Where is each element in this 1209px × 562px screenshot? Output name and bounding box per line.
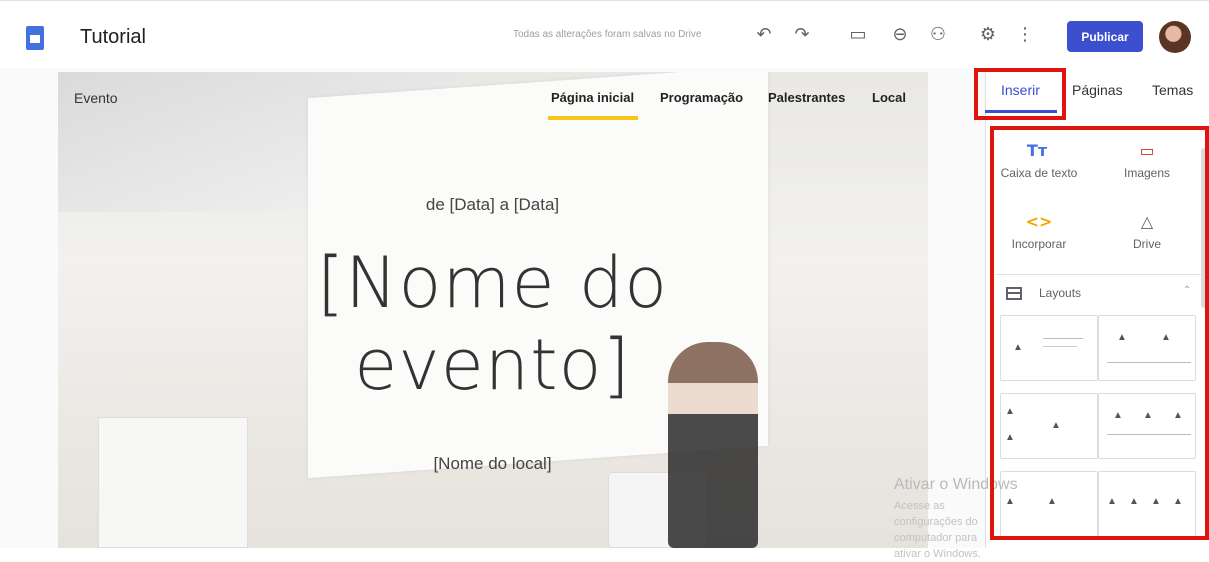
nav-link-speakers[interactable]: Palestrantes (768, 90, 845, 105)
event-name-line2: evento] (354, 324, 631, 406)
nav-active-indicator (548, 116, 638, 120)
more-icon[interactable]: ⋮ (1013, 23, 1037, 47)
avatar[interactable] (1159, 21, 1191, 53)
site-title[interactable]: Tutorial (80, 26, 146, 49)
undo-icon[interactable]: ↶ (752, 23, 776, 47)
highlight-box-insert-tab (974, 68, 1066, 120)
site-brand[interactable]: Evento (74, 90, 118, 106)
link-icon[interactable]: ⊖ (888, 23, 912, 47)
settings-icon[interactable]: ⚙ (976, 23, 1000, 47)
sites-logo-icon[interactable] (26, 26, 44, 50)
highlight-box-insert-panel (990, 126, 1209, 540)
event-venue[interactable]: [Nome do local] (0, 454, 985, 474)
save-status: Todas as alterações foram salvas no Driv… (513, 29, 702, 40)
event-date[interactable]: de [Data] a [Data] (0, 195, 985, 215)
event-name-line1: [Nome do (316, 242, 669, 324)
share-icon[interactable]: ⚇ (926, 23, 950, 47)
nav-link-schedule[interactable]: Programação (660, 90, 743, 105)
redo-icon[interactable]: ↷ (790, 23, 814, 47)
hero-image-flipchart (98, 417, 248, 548)
event-name[interactable]: [Nome do evento] (0, 242, 985, 406)
nav-link-home[interactable]: Página inicial (551, 90, 634, 105)
tab-themes[interactable]: Temas (1152, 82, 1193, 98)
preview-icon[interactable]: ▭ (846, 23, 870, 47)
nav-link-location[interactable]: Local (872, 90, 906, 105)
top-bar: Tutorial Todas as alterações foram salva… (0, 0, 1209, 68)
tab-pages[interactable]: Páginas (1072, 82, 1123, 98)
publish-button[interactable]: Publicar (1067, 21, 1143, 52)
